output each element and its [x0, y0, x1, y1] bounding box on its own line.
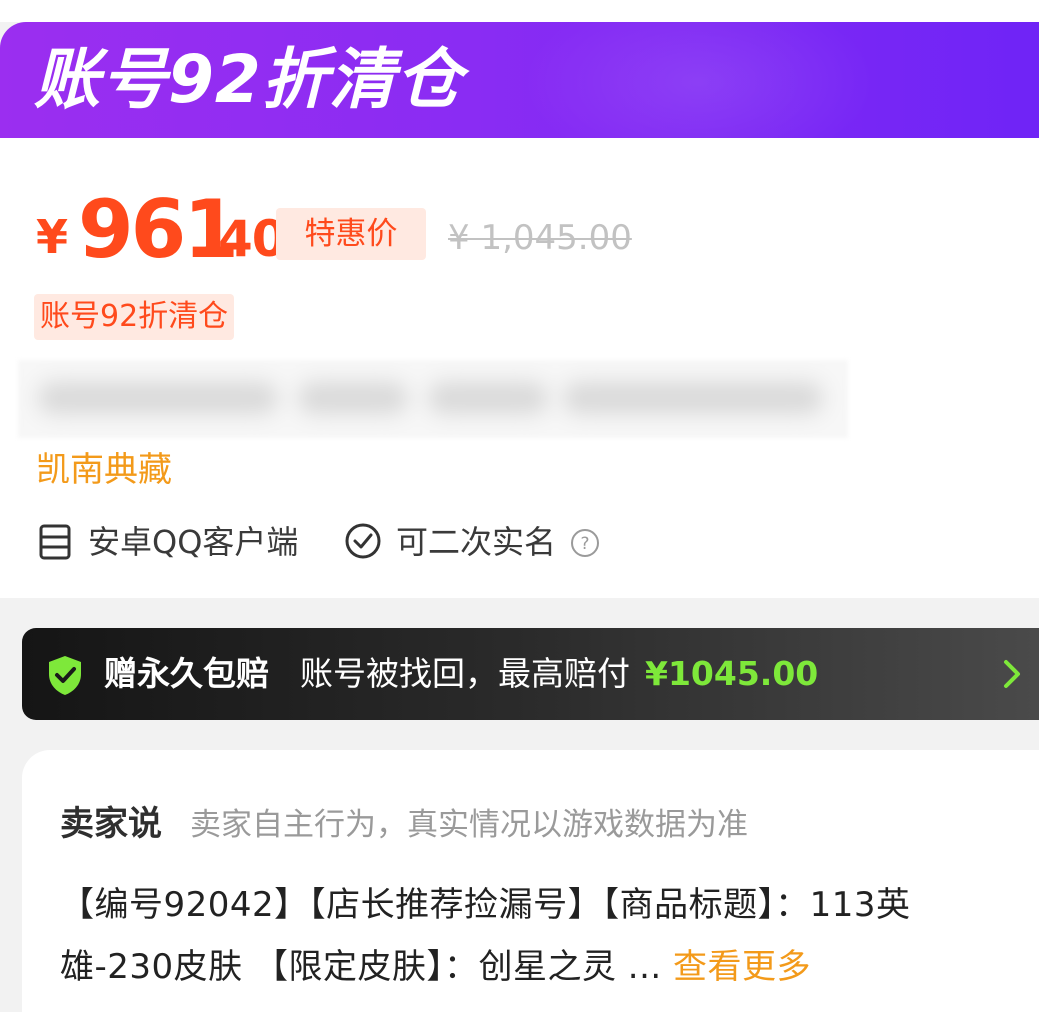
price-currency: ¥: [36, 210, 69, 264]
seller-says-title: 卖家说: [60, 804, 162, 844]
shield-check-icon: [49, 656, 81, 695]
guarantee-amount: ¥1045.00: [645, 654, 819, 693]
chevron-right-icon: [1004, 660, 1020, 688]
seller-says-card: 卖家说 卖家自主行为，真实情况以游戏数据为准 【编号92042】【店长推荐捡漏号…: [22, 750, 1039, 1012]
check-circle-icon: [345, 523, 381, 559]
top-strip: [0, 0, 1039, 22]
guarantee-desc: 账号被找回，最高赔付: [300, 654, 630, 693]
attribute-row: 安卓QQ客户端 可二次实名 ?: [38, 520, 1018, 564]
seller-says-note: 卖家自主行为，真实情况以游戏数据为准: [190, 807, 748, 843]
realname-label: 可二次实名: [396, 523, 557, 561]
seller-name[interactable]: 凯南典藏: [36, 448, 172, 492]
guarantee-banner[interactable]: 赠永久包赔 账号被找回，最高赔付 ¥1045.00: [22, 628, 1039, 720]
promo-title: 账号92折清仓: [34, 41, 463, 118]
discount-tag: 账号92折清仓: [34, 294, 235, 340]
svg-text:?: ?: [580, 534, 589, 554]
promo-banner: 账号92折清仓: [0, 22, 1039, 138]
blurred-product-title: [18, 360, 848, 438]
special-price-tag: 特惠价: [276, 208, 426, 260]
original-price: ¥ 1,045.00: [448, 218, 632, 258]
product-info-card: ¥ 961 .40 特惠价 ¥ 1,045.00 账号92折清仓 凯南典藏 安卓…: [0, 138, 1039, 598]
help-icon[interactable]: ?: [570, 528, 600, 558]
guarantee-title: 赠永久包赔: [104, 654, 269, 693]
device-icon: [39, 524, 71, 560]
seller-description: 【编号92042】【店长推荐捡漏号】【商品标题】：113英雄-230皮肤 【限定…: [60, 874, 1020, 998]
price-row: ¥ 961 .40 特惠价 ¥ 1,045.00: [36, 190, 1016, 270]
client-label: 安卓QQ客户端: [88, 523, 299, 561]
price-decimal: .40: [200, 210, 287, 268]
view-more-link[interactable]: 查看更多: [673, 947, 811, 987]
